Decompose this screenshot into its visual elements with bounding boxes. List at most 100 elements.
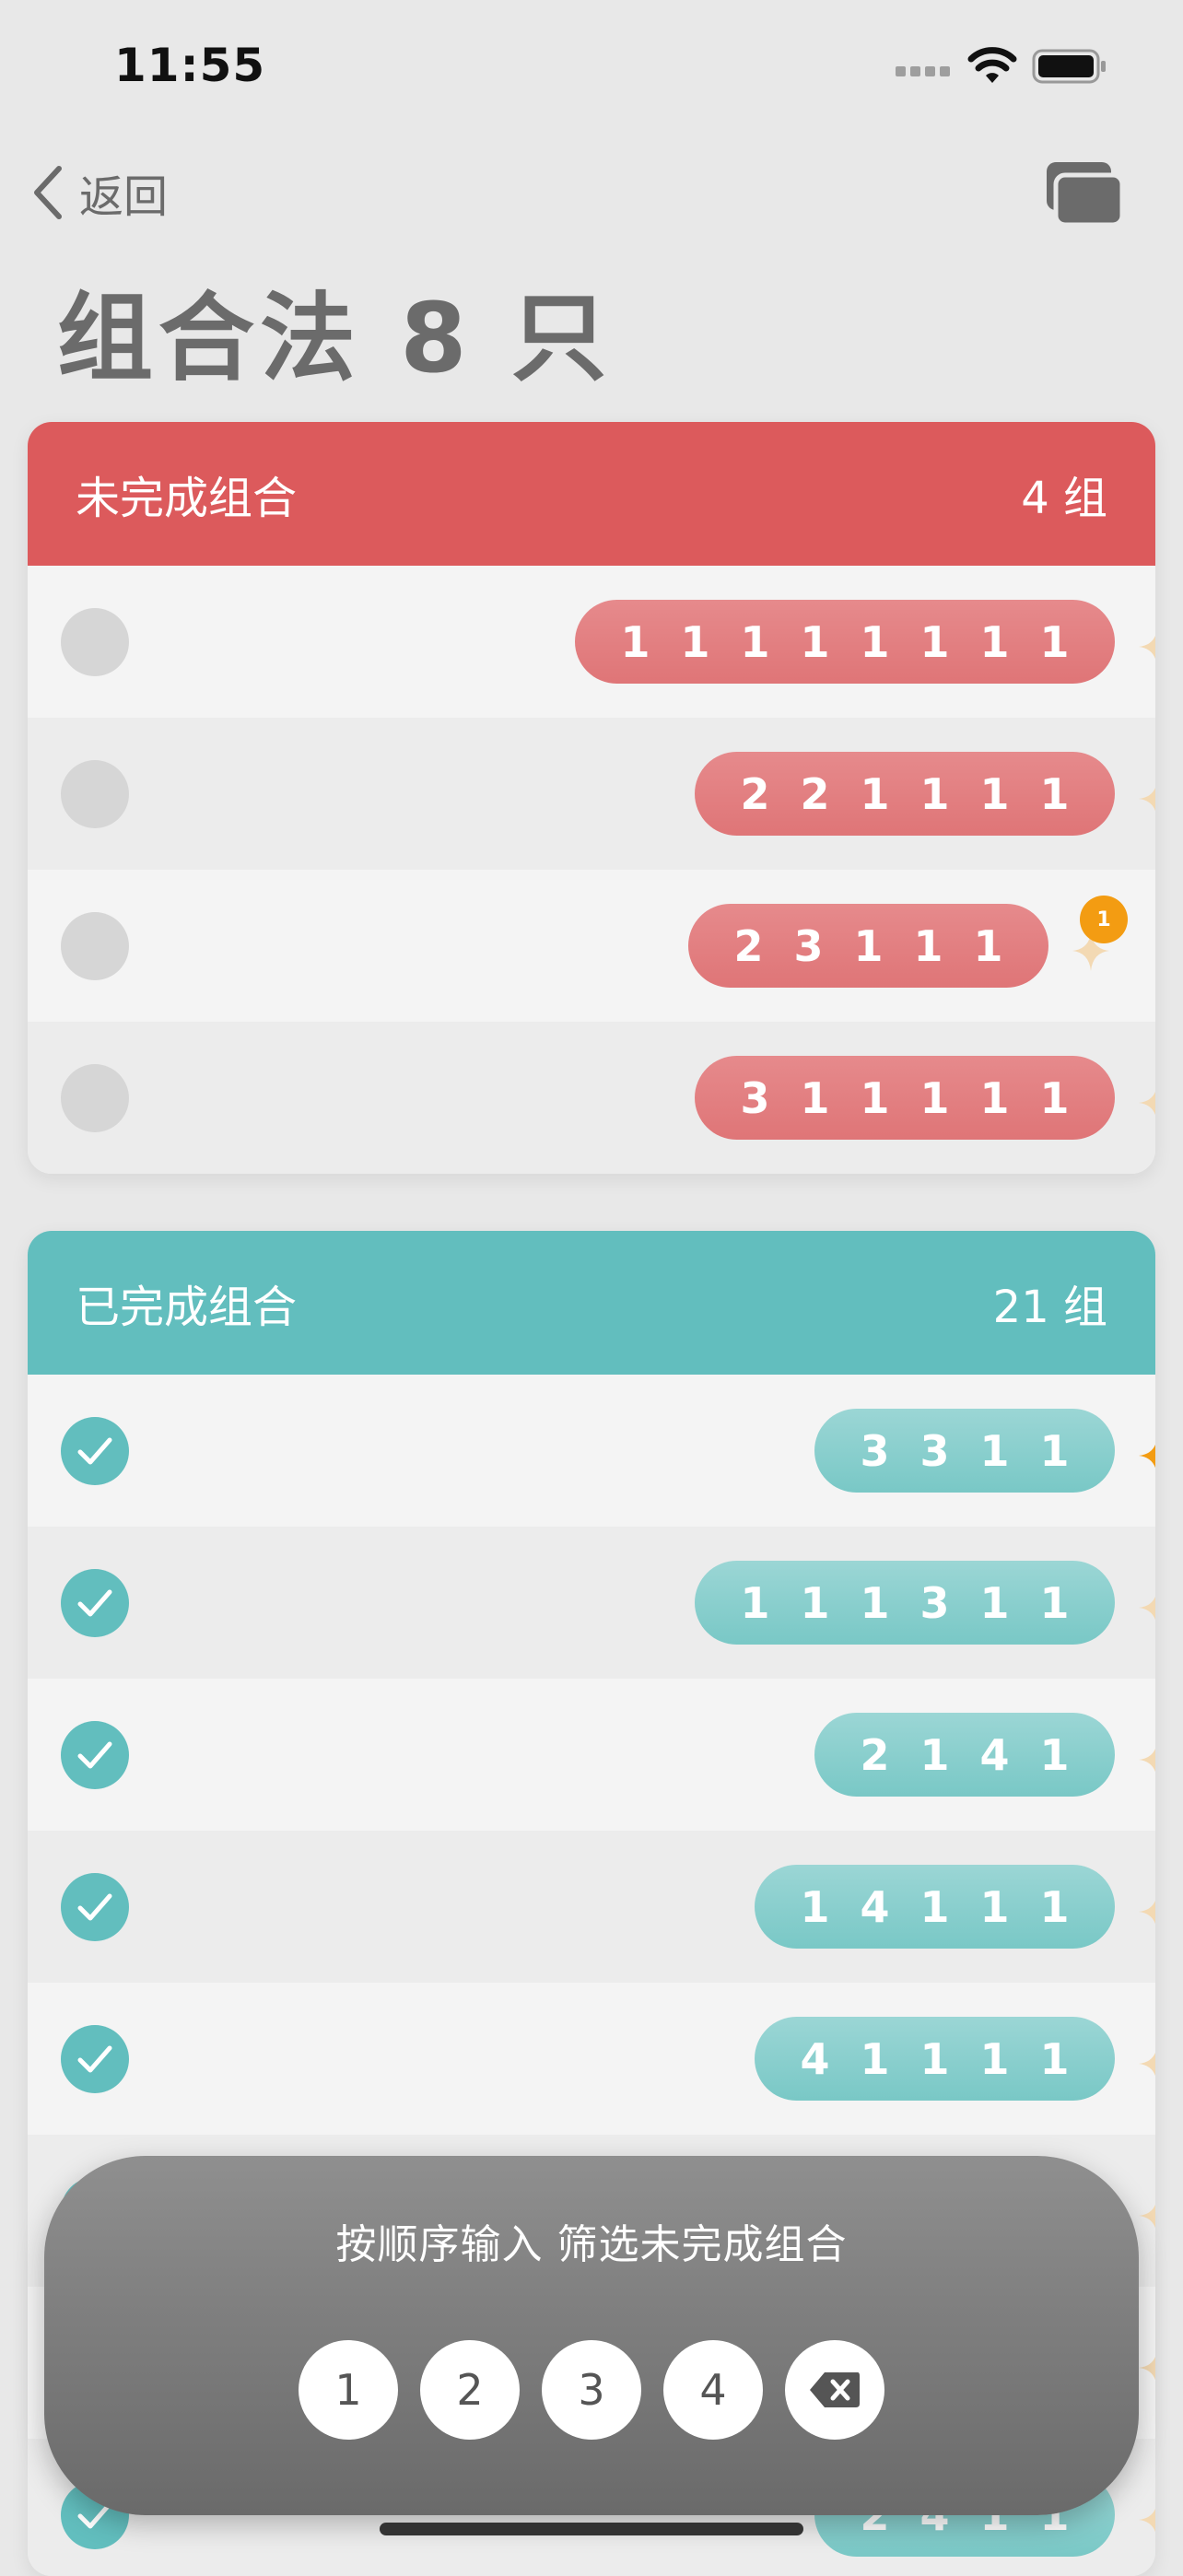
incomplete-row[interactable]: 311111 — [28, 1022, 1155, 1174]
combination-digit: 1 — [800, 1881, 830, 1932]
incomplete-row[interactable]: 11111111 — [28, 566, 1155, 718]
combination-digit: 1 — [979, 1577, 1010, 1628]
combination-digit: 1 — [853, 920, 884, 971]
delete-button[interactable] — [785, 2340, 884, 2440]
checkmark-icon[interactable] — [61, 1417, 129, 1485]
combination-pill: 23111 — [688, 904, 1048, 988]
complete-title: 已完成组合 — [76, 1282, 298, 1333]
unchecked-circle[interactable] — [61, 1064, 129, 1132]
combination-digit: 3 — [919, 1425, 950, 1476]
key-4-button[interactable]: 4 — [663, 2340, 763, 2440]
combination-digit: 2 — [860, 1729, 890, 1780]
sparkle-icon[interactable] — [1137, 615, 1155, 671]
combination-digit: 2 — [733, 920, 764, 971]
cards-icon[interactable] — [1043, 158, 1126, 228]
complete-count: 21 组 — [992, 1282, 1107, 1333]
sparkle-icon[interactable] — [1137, 2184, 1155, 2240]
combination-digit: 1 — [979, 1881, 1010, 1932]
combination-digit: 3 — [860, 1425, 890, 1476]
sparkle-icon[interactable] — [1137, 1071, 1155, 1127]
combination-digit: 1 — [1039, 616, 1070, 667]
sparkle-icon[interactable] — [1137, 1880, 1155, 1936]
combination-pill: 2141 — [814, 1713, 1115, 1797]
sparkle-icon[interactable] — [1137, 2488, 1155, 2544]
combination-digit: 1 — [973, 920, 1003, 971]
complete-row[interactable]: 14111 — [28, 1831, 1155, 1983]
unchecked-circle[interactable] — [61, 608, 129, 676]
combination-digit: 1 — [740, 1577, 770, 1628]
incomplete-row[interactable]: 231111 — [28, 870, 1155, 1022]
combination-digit: 1 — [1039, 768, 1070, 819]
checkmark-icon[interactable] — [61, 1873, 129, 1941]
combination-pill: 311111 — [695, 1056, 1115, 1140]
checkmark-icon[interactable] — [61, 2025, 129, 2093]
combination-digit: 4 — [979, 1729, 1010, 1780]
chevron-left-icon — [34, 166, 62, 219]
checkmark-icon[interactable] — [61, 1569, 129, 1637]
combination-pill: 14111 — [755, 1865, 1115, 1949]
incomplete-title: 未完成组合 — [76, 473, 298, 524]
combination-digit: 1 — [979, 616, 1010, 667]
combination-digit: 1 — [680, 616, 710, 667]
combination-digit: 1 — [1039, 1072, 1070, 1123]
combination-digit: 4 — [860, 1881, 890, 1932]
combination-pill: 11111111 — [575, 600, 1115, 684]
complete-row[interactable]: 111311 — [28, 1527, 1155, 1679]
sparkle-icon[interactable] — [1137, 767, 1155, 823]
home-indicator — [380, 2523, 803, 2535]
combination-digit: 1 — [1039, 1425, 1070, 1476]
combination-digit: 1 — [1039, 2033, 1070, 2084]
wifi-icon — [967, 47, 1017, 83]
combination-pill: 221111 — [695, 752, 1115, 836]
combination-digit: 1 — [800, 1072, 830, 1123]
incomplete-row[interactable]: 221111 — [28, 718, 1155, 870]
combination-digit: 1 — [919, 616, 950, 667]
complete-header: 已完成组合 21 组 — [28, 1231, 1155, 1375]
complete-row[interactable]: 3311 — [28, 1375, 1155, 1527]
status-bar: 11:55 — [0, 0, 1183, 138]
combination-pill: 3311 — [814, 1409, 1115, 1493]
cellular-signal-icon — [896, 66, 951, 79]
complete-row[interactable]: 2141 — [28, 1679, 1155, 1831]
backspace-icon — [810, 2372, 860, 2407]
key-1-button[interactable]: 1 — [299, 2340, 398, 2440]
combination-digit: 1 — [800, 616, 830, 667]
combination-pill: 41111 — [755, 2017, 1115, 2101]
incomplete-section: 未完成组合 4 组 11111111221111231111311111 — [28, 422, 1155, 1174]
combination-digit: 4 — [800, 2033, 830, 2084]
combination-digit: 1 — [919, 1881, 950, 1932]
combination-digit: 1 — [979, 2033, 1010, 2084]
combination-digit: 1 — [919, 768, 950, 819]
sparkle-icon[interactable] — [1137, 1728, 1155, 1784]
combination-digit: 1 — [860, 616, 890, 667]
back-label: 返回 — [79, 171, 169, 223]
sparkle-icon[interactable] — [1137, 1424, 1155, 1480]
page-title: 组合法 8 只 — [57, 282, 613, 394]
incomplete-list: 11111111221111231111311111 — [28, 566, 1155, 1174]
combination-digit: 1 — [620, 616, 650, 667]
filter-title: 按顺序输入 筛选未完成组合 — [335, 2221, 848, 2268]
complete-row[interactable]: 41111 — [28, 1983, 1155, 2135]
unchecked-circle[interactable] — [61, 760, 129, 828]
combination-digit: 3 — [793, 920, 824, 971]
combination-digit: 1 — [919, 1729, 950, 1780]
combination-digit: 1 — [979, 1425, 1010, 1476]
unchecked-circle[interactable] — [61, 912, 129, 980]
incomplete-header: 未完成组合 4 组 — [28, 422, 1155, 566]
key-2-button[interactable]: 2 — [420, 2340, 520, 2440]
combination-digit: 1 — [860, 2033, 890, 2084]
back-button[interactable]: 返回 — [31, 160, 168, 225]
combination-digit: 1 — [1039, 1577, 1070, 1628]
sparkle-icon[interactable] — [1137, 1576, 1155, 1632]
sparkle-icon[interactable] — [1137, 2336, 1155, 2392]
combination-digit: 1 — [860, 1577, 890, 1628]
sparkle-icon[interactable] — [1137, 2032, 1155, 2088]
combination-digit: 1 — [860, 1072, 890, 1123]
combination-digit: 1 — [1039, 1729, 1070, 1780]
checkmark-icon[interactable] — [61, 1721, 129, 1789]
combination-digit: 3 — [740, 1072, 770, 1123]
combination-digit: 1 — [913, 920, 943, 971]
key-3-button[interactable]: 3 — [542, 2340, 641, 2440]
combination-digit: 1 — [1039, 1881, 1070, 1932]
combination-digit: 1 — [860, 768, 890, 819]
